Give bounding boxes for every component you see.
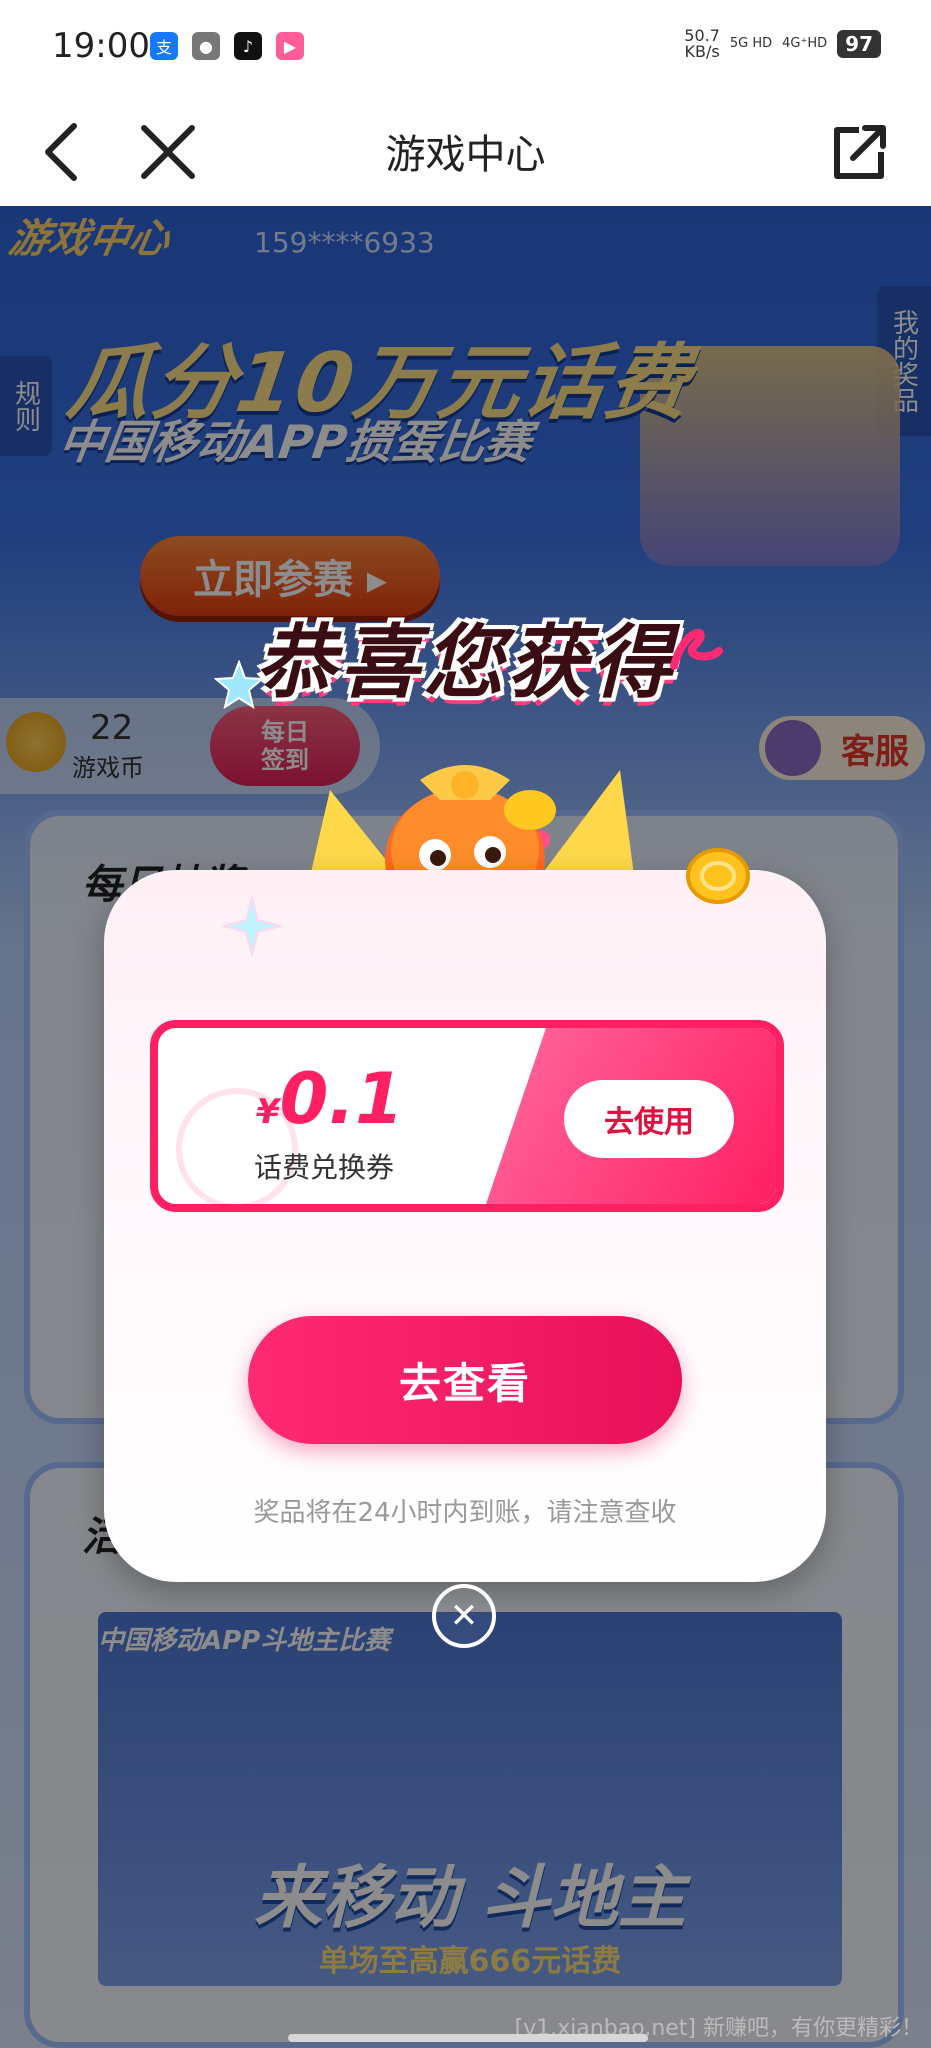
currency-symbol: ¥ [256, 1092, 280, 1132]
network-speed: 50.7 KB/s [684, 26, 720, 61]
prize-modal: ¥0.1 话费兑换券 去使用 去查看 奖品将在24小时内到账，请注意查收 [104, 870, 826, 1582]
home-indicator[interactable] [288, 2034, 648, 2042]
share-icon[interactable] [819, 112, 899, 192]
bilibili-icon: ▶ [276, 32, 304, 60]
status-bar: 19:00 支 ● ♪ ▶ 50.7 KB/s 5G HD 4G⁺HD 97 [0, 0, 931, 100]
use-voucher-button[interactable]: 去使用 [564, 1080, 734, 1158]
ribbon-icon [670, 628, 723, 670]
tiktok-icon: ♪ [234, 32, 262, 60]
battery-icon: 97 [837, 30, 881, 58]
view-prize-button[interactable]: 去查看 [248, 1316, 682, 1444]
star-icon [214, 660, 264, 710]
gold-coin-icon [686, 848, 750, 904]
close-modal-button[interactable]: ✕ [432, 1584, 496, 1648]
voucher-amount: ¥0.1 [256, 1058, 404, 1140]
message-icon: ● [192, 32, 220, 60]
voucher-name: 话费兑换券 [254, 1151, 395, 1184]
status-time: 19:00 [52, 26, 150, 66]
amount-value: 0.1 [279, 1058, 404, 1140]
nav-bar: 游戏中心 [0, 100, 931, 206]
status-app-icons: 支 ● ♪ ▶ [150, 32, 304, 60]
voucher-card: ¥0.1 话费兑换券 去使用 [150, 1020, 784, 1212]
status-right: 50.7 KB/s 5G HD 4G⁺HD 97 [684, 28, 881, 60]
signal-5g-icon: 5G HD [729, 36, 773, 51]
signal-4g-icon: 4G⁺HD [782, 36, 828, 51]
alipay-icon: 支 [150, 32, 178, 60]
prize-notice: 奖品将在24小时内到账，请注意查收 [253, 1498, 677, 1528]
page-title: 游戏中心 [385, 132, 546, 178]
congrats-headline: 恭喜您获得 [255, 616, 676, 709]
sparkle-icon [222, 896, 282, 956]
